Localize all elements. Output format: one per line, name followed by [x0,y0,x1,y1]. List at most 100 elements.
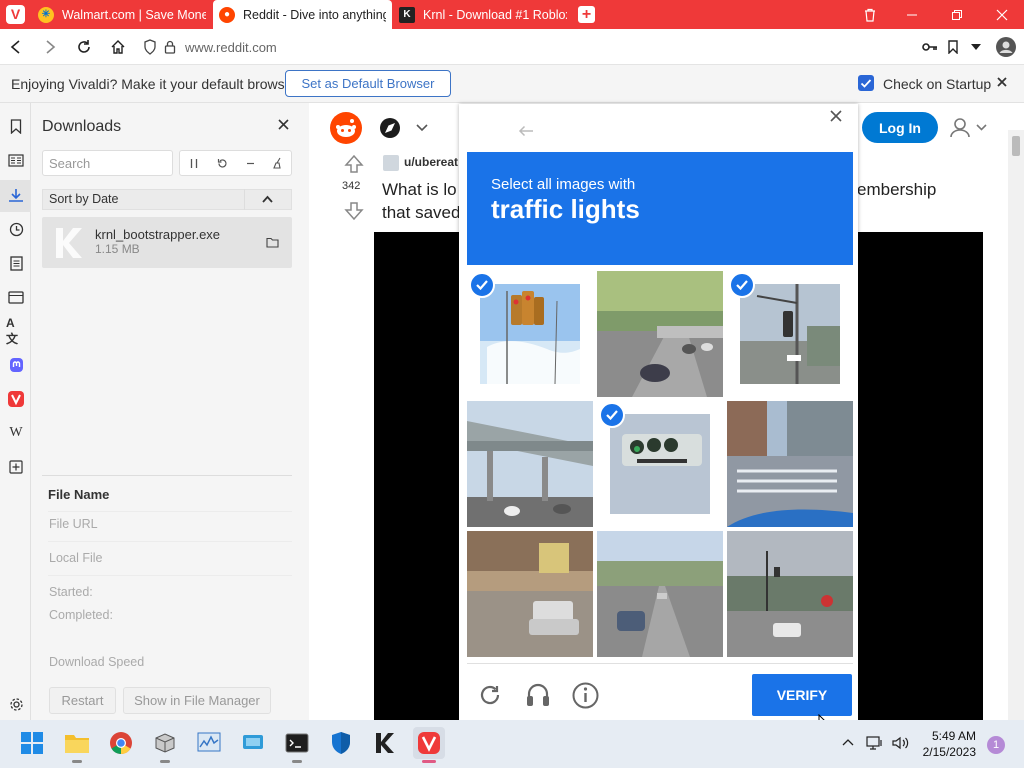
notice-message: Enjoying Vivaldi? Make it your default b… [11,76,301,92]
settings-gear-icon[interactable] [6,694,26,714]
tab-reddit[interactable]: ● Reddit - Dive into anything [213,0,392,29]
verify-button[interactable]: VERIFY [752,674,852,716]
page-scrollbar[interactable] [1008,130,1024,720]
forward-button[interactable] [40,37,60,57]
captcha-tile[interactable] [597,531,723,657]
file-explorer-icon[interactable] [61,727,93,759]
reddit-logo-icon[interactable] [330,112,362,144]
audio-challenge-icon[interactable] [525,682,551,708]
notes-panel-icon[interactable] [6,253,26,273]
captcha-tile[interactable] [467,531,593,657]
terminal-icon[interactable] [281,727,313,759]
captcha-tile[interactable] [467,401,593,527]
history-panel-icon[interactable] [6,219,26,239]
back-arrow-icon[interactable] [518,125,534,137]
reading-list-icon[interactable] [6,150,26,170]
clear-broom-icon[interactable] [267,151,289,175]
active-indicator [422,760,436,763]
close-captcha-icon[interactable] [830,110,842,122]
running-indicator [292,760,302,763]
captcha-tile[interactable] [727,531,853,657]
chevron-down-icon[interactable] [416,124,428,132]
captcha-tile[interactable] [727,401,853,527]
system-tray-chevron-icon[interactable] [842,738,854,746]
translate-panel-icon[interactable]: A文 [6,316,26,346]
show-in-file-manager-button[interactable]: Show in File Manager [123,687,271,714]
popular-compass-icon[interactable] [379,117,401,139]
trash-icon[interactable] [848,0,892,29]
clock-time[interactable]: 5:49 AM [926,729,976,743]
notification-badge[interactable]: 1 [987,736,1005,754]
check-on-startup-checkbox[interactable] [858,75,874,91]
downloads-title: Downloads [42,118,122,135]
window-panel-icon[interactable] [6,287,26,307]
restore-button[interactable] [935,0,979,29]
key-icon[interactable] [920,37,940,57]
downvote-arrow-icon[interactable] [344,201,364,221]
detail-rule [48,541,292,542]
krnl-k-icon: K [399,6,415,23]
home-button[interactable] [108,37,128,57]
downloads-search-input[interactable]: Search [42,150,173,176]
chrome-icon[interactable] [105,727,137,759]
resource-monitor-icon[interactable] [193,727,225,759]
remote-desktop-icon[interactable] [237,727,269,759]
open-folder-icon[interactable] [266,237,279,248]
post-author[interactable]: u/ubereat [404,155,458,169]
retry-icon[interactable] [211,151,233,175]
profile-icon[interactable] [996,37,1016,57]
krnl-app-icon[interactable] [369,727,401,759]
file-url-label: File URL [49,517,98,531]
back-button[interactable] [6,37,26,57]
defender-shield-icon[interactable] [325,727,357,759]
mastodon-panel-icon[interactable] [6,355,26,375]
captcha-target: traffic lights [491,194,640,224]
new-tab-button[interactable]: + [578,6,595,23]
clock-date[interactable]: 2/15/2023 [918,745,976,759]
start-windows-icon[interactable] [16,727,48,759]
close-panel-icon[interactable] [278,119,289,130]
url-field[interactable]: www.reddit.com [185,40,277,55]
refresh-captcha-icon[interactable] [478,683,502,707]
network-icon[interactable] [866,735,884,751]
dropdown-icon[interactable] [966,37,986,57]
tab-title: Walmart.com | Save Money [62,7,206,22]
add-panel-icon[interactable] [6,457,26,477]
wikipedia-panel-icon[interactable]: W [6,423,26,443]
info-icon[interactable] [572,682,599,709]
login-button[interactable]: Log In [862,112,938,143]
captcha-instruction: Select all images with [491,176,636,193]
file-name-heading: File Name [48,487,110,502]
set-default-browser-button[interactable]: Set as Default Browser [285,70,451,97]
remove-icon[interactable] [239,151,261,175]
post-title-left[interactable]: What is lo [382,180,457,200]
volume-icon[interactable] [891,735,909,751]
bookmark-icon[interactable] [943,37,963,57]
minimize-button[interactable] [890,0,934,29]
vote-count: 342 [342,180,361,192]
lock-icon[interactable] [160,37,180,57]
pause-icon[interactable] [183,151,205,175]
shield-icon[interactable] [140,37,160,57]
vivaldi-menu-icon[interactable]: V [6,5,25,24]
detail-rule [48,511,292,512]
close-window-button[interactable] [980,0,1024,29]
upvote-arrow-icon[interactable] [344,154,364,174]
post-title-right[interactable]: embership [857,180,936,200]
bookmarks-panel-icon[interactable] [6,116,26,136]
package-app-icon[interactable] [149,727,181,759]
post-title-line2[interactable]: that saved [382,203,460,223]
completed-label: Completed: [49,608,113,622]
captcha-tile[interactable] [597,271,723,397]
reload-button[interactable] [74,37,94,57]
close-notice-icon[interactable] [996,76,1008,88]
vivaldi-panel-icon[interactable] [6,389,26,409]
tab-krnl[interactable]: K Krnl - Download #1 Roblox [393,0,573,29]
downloads-panel-icon[interactable] [6,186,26,206]
sort-direction-icon[interactable] [262,195,273,203]
check-on-startup-label: Check on Startup [883,76,992,92]
restart-button[interactable]: Restart [49,687,116,714]
user-menu-icon[interactable] [950,117,988,139]
vivaldi-taskbar-icon[interactable] [413,727,445,759]
tab-walmart[interactable]: ✳ Walmart.com | Save Money [32,0,212,29]
